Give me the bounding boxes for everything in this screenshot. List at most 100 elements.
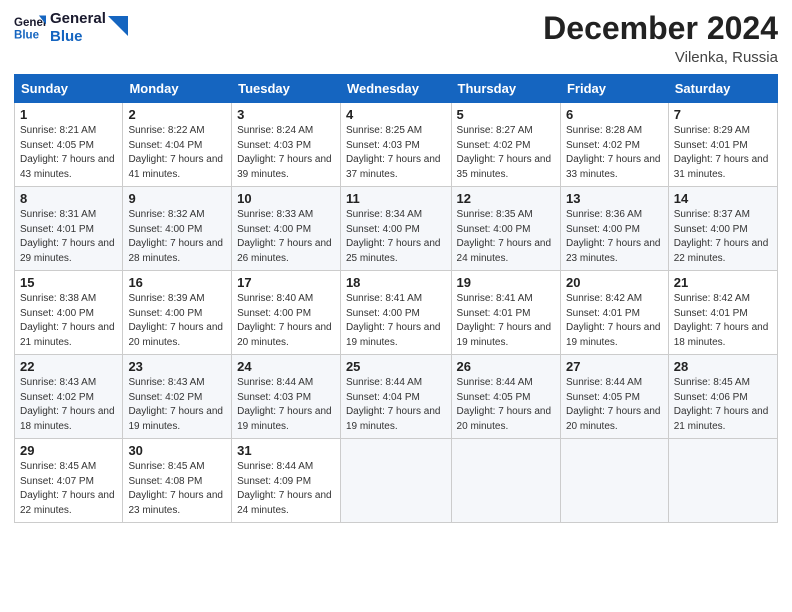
calendar-cell: 31 Sunrise: 8:44 AM Sunset: 4:09 PM Dayl… (232, 439, 341, 523)
day-detail: Sunrise: 8:42 AM Sunset: 4:01 PM Dayligh… (566, 292, 663, 350)
day-number: 14 (674, 191, 772, 206)
calendar-cell: 2 Sunrise: 8:22 AM Sunset: 4:04 PM Dayli… (123, 103, 232, 187)
day-number: 16 (128, 275, 226, 290)
svg-text:Blue: Blue (14, 30, 40, 42)
dow-header: Tuesday (232, 75, 341, 103)
day-detail: Sunrise: 8:43 AM Sunset: 4:02 PM Dayligh… (20, 376, 117, 434)
dow-header: Thursday (451, 75, 560, 103)
day-number: 17 (237, 275, 335, 290)
day-number: 1 (20, 107, 117, 122)
day-number: 5 (457, 107, 555, 122)
calendar-cell: 13 Sunrise: 8:36 AM Sunset: 4:00 PM Dayl… (560, 187, 668, 271)
calendar-cell: 27 Sunrise: 8:44 AM Sunset: 4:05 PM Dayl… (560, 355, 668, 439)
day-number: 27 (566, 359, 663, 374)
calendar-cell: 6 Sunrise: 8:28 AM Sunset: 4:02 PM Dayli… (560, 103, 668, 187)
calendar-cell: 28 Sunrise: 8:45 AM Sunset: 4:06 PM Dayl… (668, 355, 777, 439)
header: General Blue General Blue December 2024 … (14, 10, 778, 66)
dow-header: Monday (123, 75, 232, 103)
calendar-cell: 26 Sunrise: 8:44 AM Sunset: 4:05 PM Dayl… (451, 355, 560, 439)
day-detail: Sunrise: 8:44 AM Sunset: 4:09 PM Dayligh… (237, 460, 335, 518)
day-detail: Sunrise: 8:44 AM Sunset: 4:05 PM Dayligh… (566, 376, 663, 434)
day-number: 21 (674, 275, 772, 290)
day-number: 24 (237, 359, 335, 374)
day-number: 15 (20, 275, 117, 290)
calendar-cell: 21 Sunrise: 8:42 AM Sunset: 4:01 PM Dayl… (668, 271, 777, 355)
day-number: 30 (128, 443, 226, 458)
calendar-cell: 10 Sunrise: 8:33 AM Sunset: 4:00 PM Dayl… (232, 187, 341, 271)
day-number: 10 (237, 191, 335, 206)
logo-triangle (108, 16, 128, 36)
day-detail: Sunrise: 8:44 AM Sunset: 4:05 PM Dayligh… (457, 376, 555, 434)
calendar-cell: 29 Sunrise: 8:45 AM Sunset: 4:07 PM Dayl… (15, 439, 123, 523)
calendar-week-row: 22 Sunrise: 8:43 AM Sunset: 4:02 PM Dayl… (15, 355, 778, 439)
day-detail: Sunrise: 8:38 AM Sunset: 4:00 PM Dayligh… (20, 292, 117, 350)
day-detail: Sunrise: 8:31 AM Sunset: 4:01 PM Dayligh… (20, 208, 117, 266)
dow-header: Friday (560, 75, 668, 103)
calendar-cell: 5 Sunrise: 8:27 AM Sunset: 4:02 PM Dayli… (451, 103, 560, 187)
dow-header: Sunday (15, 75, 123, 103)
location: Vilenka, Russia (543, 49, 778, 66)
calendar-cell: 23 Sunrise: 8:43 AM Sunset: 4:02 PM Dayl… (123, 355, 232, 439)
day-number: 2 (128, 107, 226, 122)
calendar-week-row: 15 Sunrise: 8:38 AM Sunset: 4:00 PM Dayl… (15, 271, 778, 355)
calendar-cell: 16 Sunrise: 8:39 AM Sunset: 4:00 PM Dayl… (123, 271, 232, 355)
calendar-cell: 4 Sunrise: 8:25 AM Sunset: 4:03 PM Dayli… (340, 103, 451, 187)
day-detail: Sunrise: 8:45 AM Sunset: 4:08 PM Dayligh… (128, 460, 226, 518)
title-block: December 2024 Vilenka, Russia (543, 10, 778, 66)
day-number: 31 (237, 443, 335, 458)
day-detail: Sunrise: 8:43 AM Sunset: 4:02 PM Dayligh… (128, 376, 226, 434)
calendar-cell: 14 Sunrise: 8:37 AM Sunset: 4:00 PM Dayl… (668, 187, 777, 271)
day-number: 6 (566, 107, 663, 122)
calendar-cell: 17 Sunrise: 8:40 AM Sunset: 4:00 PM Dayl… (232, 271, 341, 355)
logo: General Blue General Blue (14, 10, 128, 46)
day-number: 13 (566, 191, 663, 206)
calendar-cell: 9 Sunrise: 8:32 AM Sunset: 4:00 PM Dayli… (123, 187, 232, 271)
day-detail: Sunrise: 8:25 AM Sunset: 4:03 PM Dayligh… (346, 124, 446, 182)
day-detail: Sunrise: 8:45 AM Sunset: 4:06 PM Dayligh… (674, 376, 772, 434)
calendar-cell: 30 Sunrise: 8:45 AM Sunset: 4:08 PM Dayl… (123, 439, 232, 523)
day-detail: Sunrise: 8:24 AM Sunset: 4:03 PM Dayligh… (237, 124, 335, 182)
day-detail: Sunrise: 8:44 AM Sunset: 4:03 PM Dayligh… (237, 376, 335, 434)
calendar-cell: 22 Sunrise: 8:43 AM Sunset: 4:02 PM Dayl… (15, 355, 123, 439)
day-detail: Sunrise: 8:28 AM Sunset: 4:02 PM Dayligh… (566, 124, 663, 182)
day-number: 11 (346, 191, 446, 206)
day-number: 3 (237, 107, 335, 122)
day-detail: Sunrise: 8:22 AM Sunset: 4:04 PM Dayligh… (128, 124, 226, 182)
day-detail: Sunrise: 8:41 AM Sunset: 4:01 PM Dayligh… (457, 292, 555, 350)
day-number: 26 (457, 359, 555, 374)
day-detail: Sunrise: 8:29 AM Sunset: 4:01 PM Dayligh… (674, 124, 772, 182)
calendar-cell: 7 Sunrise: 8:29 AM Sunset: 4:01 PM Dayli… (668, 103, 777, 187)
day-number: 28 (674, 359, 772, 374)
month-title: December 2024 (543, 10, 778, 47)
calendar-cell (451, 439, 560, 523)
day-detail: Sunrise: 8:44 AM Sunset: 4:04 PM Dayligh… (346, 376, 446, 434)
day-number: 29 (20, 443, 117, 458)
dow-header: Saturday (668, 75, 777, 103)
day-detail: Sunrise: 8:34 AM Sunset: 4:00 PM Dayligh… (346, 208, 446, 266)
day-number: 9 (128, 191, 226, 206)
day-number: 23 (128, 359, 226, 374)
calendar-cell (668, 439, 777, 523)
calendar-cell: 25 Sunrise: 8:44 AM Sunset: 4:04 PM Dayl… (340, 355, 451, 439)
calendar-week-row: 1 Sunrise: 8:21 AM Sunset: 4:05 PM Dayli… (15, 103, 778, 187)
calendar-cell: 11 Sunrise: 8:34 AM Sunset: 4:00 PM Dayl… (340, 187, 451, 271)
page-container: General Blue General Blue December 2024 … (0, 0, 792, 533)
day-number: 22 (20, 359, 117, 374)
day-detail: Sunrise: 8:32 AM Sunset: 4:00 PM Dayligh… (128, 208, 226, 266)
calendar-cell: 24 Sunrise: 8:44 AM Sunset: 4:03 PM Dayl… (232, 355, 341, 439)
calendar-cell (560, 439, 668, 523)
day-number: 12 (457, 191, 555, 206)
day-detail: Sunrise: 8:33 AM Sunset: 4:00 PM Dayligh… (237, 208, 335, 266)
calendar-cell: 3 Sunrise: 8:24 AM Sunset: 4:03 PM Dayli… (232, 103, 341, 187)
day-detail: Sunrise: 8:39 AM Sunset: 4:00 PM Dayligh… (128, 292, 226, 350)
day-number: 25 (346, 359, 446, 374)
calendar-cell: 1 Sunrise: 8:21 AM Sunset: 4:05 PM Dayli… (15, 103, 123, 187)
calendar-cell: 20 Sunrise: 8:42 AM Sunset: 4:01 PM Dayl… (560, 271, 668, 355)
day-number: 8 (20, 191, 117, 206)
day-detail: Sunrise: 8:35 AM Sunset: 4:00 PM Dayligh… (457, 208, 555, 266)
dow-header: Wednesday (340, 75, 451, 103)
calendar-cell: 12 Sunrise: 8:35 AM Sunset: 4:00 PM Dayl… (451, 187, 560, 271)
calendar-cell: 19 Sunrise: 8:41 AM Sunset: 4:01 PM Dayl… (451, 271, 560, 355)
calendar-cell: 18 Sunrise: 8:41 AM Sunset: 4:00 PM Dayl… (340, 271, 451, 355)
day-number: 4 (346, 107, 446, 122)
